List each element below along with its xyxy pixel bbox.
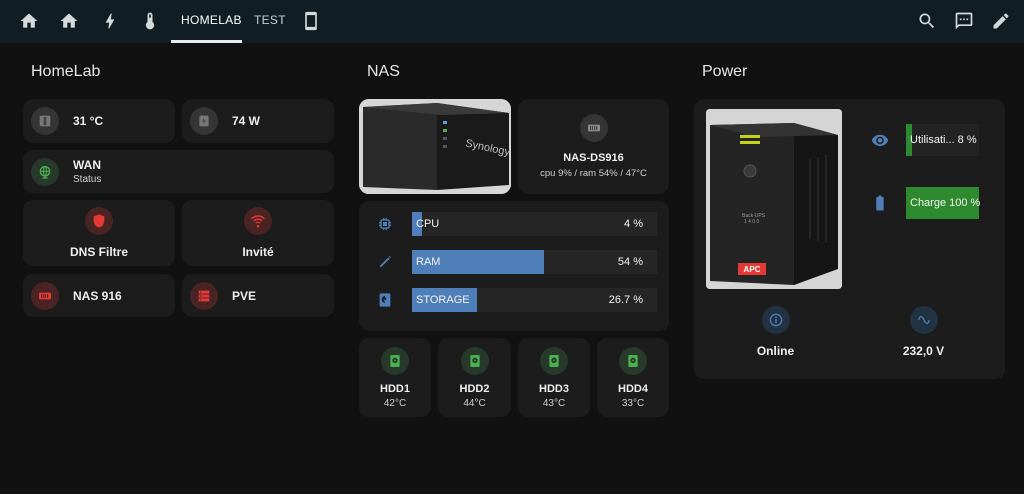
edit-icon[interactable] (990, 10, 1012, 32)
cpu-usage-bar[interactable]: CPU 4 % (359, 212, 669, 236)
hdd3-name: HDD3 (539, 382, 569, 395)
memory-icon (377, 254, 393, 270)
shield-icon (85, 207, 113, 235)
utilisation-card[interactable]: Utilisati... 8 % (853, 109, 994, 169)
home-icon[interactable] (18, 10, 40, 32)
lightning-icon[interactable] (99, 10, 121, 32)
charge-bar: Charge 100 % (906, 187, 981, 219)
harddisk-icon (540, 346, 568, 375)
cpu-icon (377, 216, 393, 232)
svg-text:1 4 0 0: 1 4 0 0 (744, 219, 760, 225)
cpu-bar-label: CPU (416, 218, 440, 230)
hdd2-card[interactable]: HDD2 44°C (438, 338, 511, 417)
cpu-bar-track: CPU 4 % (412, 212, 657, 236)
nas-icon (579, 114, 608, 142)
wan-name: WAN (73, 158, 101, 172)
hdd2-temp: 44°C (463, 397, 486, 409)
harddisk-icon (377, 292, 393, 308)
hdd3-card[interactable]: HDD3 43°C (518, 338, 590, 417)
thermometer-icon (31, 107, 59, 135)
power-card[interactable]: 74 W (182, 99, 334, 143)
nas-916-card[interactable]: NAS 916 (23, 274, 175, 317)
temperature-value: 31 °C (73, 114, 104, 128)
ram-bar-value: 54 % (617, 256, 643, 268)
nas-device-name: NAS-DS916 (563, 152, 624, 164)
power-meter-icon (190, 107, 218, 135)
ups-device-image: Back-UPS 1 4 0 0 APC (706, 109, 842, 289)
ups-status-value: Online (756, 344, 795, 358)
guest-wifi-card[interactable]: Invité (182, 200, 334, 266)
storage-bar-label: STORAGE (416, 294, 470, 306)
nas-info-card[interactable]: NAS-DS916 cpu 9% / ram 54% / 47°C (518, 99, 669, 194)
dns-filter-card[interactable]: DNS Filtre (23, 200, 175, 266)
info-icon (761, 306, 790, 334)
ups-status-card[interactable]: Online (704, 295, 847, 369)
chat-icon[interactable] (953, 10, 975, 32)
pve-label: PVE (232, 288, 257, 303)
hdd1-name: HDD1 (380, 382, 410, 395)
wifi-icon (244, 207, 272, 235)
nas-916-label: NAS 916 (73, 288, 122, 303)
nas-device-image: Synology (359, 99, 511, 194)
utilisation-bar-label: Utilisati... 8 % (910, 134, 977, 146)
ups-voltage-card[interactable]: 232,0 V (852, 295, 995, 369)
hdd4-temp: 33°C (621, 397, 645, 409)
top-app-bar: HOMELAB TEST (0, 0, 1024, 43)
storage-bar-value: 26.7 % (608, 294, 643, 306)
wan-card[interactable]: WAN Status (23, 150, 334, 193)
tab-test[interactable]: TEST (254, 13, 286, 27)
harddisk-icon (460, 346, 489, 375)
ups-brand-logo: APC (744, 265, 761, 274)
hdd1-temp: 42°C (383, 397, 407, 409)
power-title: Power (702, 63, 748, 80)
active-tab-indicator (171, 40, 242, 43)
pve-card[interactable]: PVE (182, 274, 334, 317)
hdd4-name: HDD4 (618, 382, 648, 395)
cpu-bar-value: 4 % (624, 218, 643, 230)
hdd1-card[interactable]: HDD1 42°C (359, 338, 431, 417)
hdd3-temp: 43°C (542, 397, 566, 409)
eye-icon (871, 131, 889, 149)
ram-bar-label: RAM (416, 256, 441, 268)
guest-wifi-label: Invité (242, 245, 274, 259)
tab-homelab[interactable]: HOMELAB (181, 13, 242, 27)
storage-usage-bar[interactable]: STORAGE 26.7 % (359, 288, 669, 312)
ram-bar-track: RAM 54 % (412, 250, 657, 274)
server-icon (190, 281, 218, 310)
tablet-icon[interactable] (300, 10, 322, 32)
search-icon[interactable] (916, 10, 938, 32)
harddisk-icon (381, 346, 409, 375)
battery-icon (871, 194, 889, 212)
utilisation-bar: Utilisati... 8 % (906, 124, 979, 156)
homelab-title: HomeLab (31, 63, 101, 80)
ram-usage-bar[interactable]: RAM 54 % (359, 250, 669, 274)
home-icon[interactable] (58, 10, 80, 32)
nas-device-stats: cpu 9% / ram 54% / 47°C (540, 168, 647, 179)
nas-icon (31, 281, 59, 310)
hdd4-card[interactable]: HDD4 33°C (597, 338, 669, 417)
thermometer-icon[interactable] (139, 10, 161, 32)
power-value: 74 W (232, 114, 261, 128)
dns-filter-label: DNS Filtre (69, 245, 128, 259)
nas-title: NAS (367, 63, 400, 80)
hdd2-name: HDD2 (459, 382, 490, 395)
sine-wave-icon (909, 306, 938, 334)
globe-icon (31, 157, 59, 186)
power-panel: Back-UPS 1 4 0 0 APC Utilisati... 8 % Ch… (694, 99, 1005, 379)
storage-bar-track: STORAGE 26.7 % (412, 288, 657, 312)
temperature-card[interactable]: 31 °C (23, 99, 175, 143)
charge-card[interactable]: Charge 100 % (853, 172, 994, 232)
charge-bar-label: Charge 100 % (910, 197, 981, 209)
wan-status: Status (73, 174, 102, 185)
nas-usage-card: CPU 4 % RAM 54 % STORAGE 26.7 % (359, 201, 669, 331)
harddisk-icon (619, 346, 647, 375)
ups-voltage-value: 232,0 V (902, 344, 945, 358)
